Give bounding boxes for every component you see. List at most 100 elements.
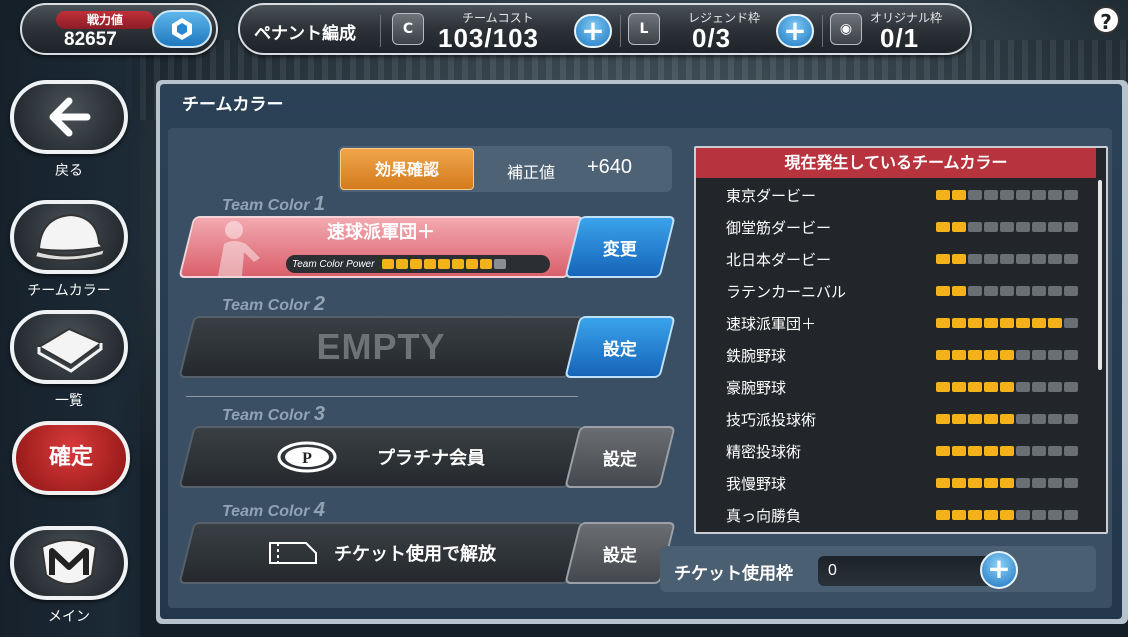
ticket-icon (269, 542, 317, 564)
level-segment (1048, 318, 1062, 328)
level-segment (1064, 382, 1078, 392)
list-item: 速球派軍団＋ (726, 310, 1086, 336)
legend-icon: L (628, 13, 660, 45)
svg-text:P: P (302, 450, 312, 467)
level-segment (1000, 382, 1014, 392)
main-circle[interactable] (10, 526, 128, 600)
team-color-circle[interactable] (10, 200, 128, 274)
panel-title: チームカラー (182, 95, 284, 115)
team-color-nav-button[interactable]: チームカラー (10, 200, 128, 300)
level-segment (1032, 222, 1046, 232)
list-item-name: 北日本ダービー (726, 250, 832, 269)
level-segment (984, 318, 998, 328)
list-item-level-bar (936, 318, 1080, 328)
main-emblem-icon (40, 539, 98, 585)
level-segment (1048, 478, 1062, 488)
slot-2-set-button[interactable]: 設定 (564, 316, 676, 378)
level-segment (968, 382, 982, 392)
power-meter-segment (494, 259, 507, 269)
level-segment (1016, 190, 1030, 200)
level-segment (936, 350, 950, 360)
slot-2-header: Team Color 2 (222, 293, 325, 316)
slot-4-set-button[interactable]: 設定 (564, 522, 676, 584)
level-segment (1048, 222, 1062, 232)
slot-3-set-button[interactable]: 設定 (564, 426, 676, 488)
list-item: 技巧派投球術 (726, 406, 1086, 432)
power-meter-segment (382, 259, 395, 269)
level-segment (968, 286, 982, 296)
power-label: 戦力値 (56, 11, 154, 29)
platinum-p-icon: P (277, 441, 337, 473)
effect-check-button[interactable]: 効果確認 (340, 148, 474, 190)
level-segment (1032, 446, 1046, 456)
level-segment (984, 446, 998, 456)
level-segment (984, 510, 998, 520)
power-meter-segment (424, 259, 437, 269)
level-segment (1048, 254, 1062, 264)
slot-2-content: EMPTY (186, 316, 576, 378)
level-segment (1000, 350, 1014, 360)
level-segment (952, 350, 966, 360)
level-segment (1064, 318, 1078, 328)
list-item: 我慢野球 (726, 470, 1086, 496)
slot-3-name: プラチナ会員 (377, 448, 485, 469)
level-segment (1000, 190, 1014, 200)
power-meter-segments (382, 259, 508, 269)
level-segment (1000, 222, 1014, 232)
list-scrollbar[interactable] (1098, 180, 1102, 370)
legend-plus-button[interactable]: + (776, 14, 814, 48)
slot-2-empty-text: EMPTY (316, 326, 446, 367)
back-button[interactable]: 戻る (10, 80, 128, 180)
main-label: メイン (48, 609, 90, 625)
level-segment (1064, 414, 1078, 424)
power-meter-segment (452, 259, 465, 269)
slot-4-name: チケット使用で解放 (334, 544, 496, 565)
help-button[interactable]: ? (1092, 6, 1120, 34)
level-segment (952, 446, 966, 456)
list-nav-button[interactable]: 一覧 (10, 310, 128, 410)
divider (380, 15, 381, 47)
original-value: 0/1 (880, 23, 920, 53)
power-meter-segment (480, 259, 493, 269)
team-color-power-meter: Team Color Power (286, 255, 550, 273)
divider (822, 15, 823, 47)
level-segment (952, 254, 966, 264)
level-segment (1064, 446, 1078, 456)
slot-2-header-text: Team Color (222, 297, 310, 314)
ticket-plus-button[interactable]: + (980, 551, 1018, 589)
list-item-name: 御堂筋ダービー (726, 218, 832, 237)
slot-2-set-label: 設定 (603, 339, 637, 360)
team-cost-plus-button[interactable]: + (574, 14, 612, 48)
power-meter-label: Team Color Power (292, 258, 375, 270)
level-segment (1016, 350, 1030, 360)
slot-1-name: 速球派軍団＋ (327, 222, 435, 243)
level-segment (984, 190, 998, 200)
change-button[interactable]: 変更 (564, 216, 676, 278)
power-meter-segment (396, 259, 409, 269)
list-circle[interactable] (10, 310, 128, 384)
main-nav-button[interactable]: メイン (10, 526, 128, 626)
list-item: 東京ダービー (726, 182, 1086, 208)
level-segment (1016, 222, 1030, 232)
level-segment (1048, 446, 1062, 456)
level-segment (1032, 382, 1046, 392)
list-item: 鉄腕野球 (726, 342, 1086, 368)
power-button[interactable] (152, 10, 212, 48)
level-segment (936, 190, 950, 200)
back-circle[interactable] (10, 80, 128, 154)
ticket-label: チケット使用枠 (674, 564, 793, 584)
level-segment (952, 510, 966, 520)
list-label: 一覧 (55, 393, 83, 409)
level-segment (984, 222, 998, 232)
list-item-name: ラテンカーニバル (726, 282, 847, 301)
level-segment (1032, 350, 1046, 360)
team-color-label: チームカラー (27, 283, 111, 299)
level-segment (1048, 190, 1062, 200)
confirm-button[interactable]: 確定 (12, 421, 130, 495)
level-segment (1000, 510, 1014, 520)
list-item: ラテンカーニバル (726, 278, 1086, 304)
power-meter-segment (466, 259, 479, 269)
level-segment (1064, 222, 1078, 232)
modifier-label: 補正値 (507, 163, 556, 182)
pennant-title: ペナント編成 (254, 24, 356, 44)
